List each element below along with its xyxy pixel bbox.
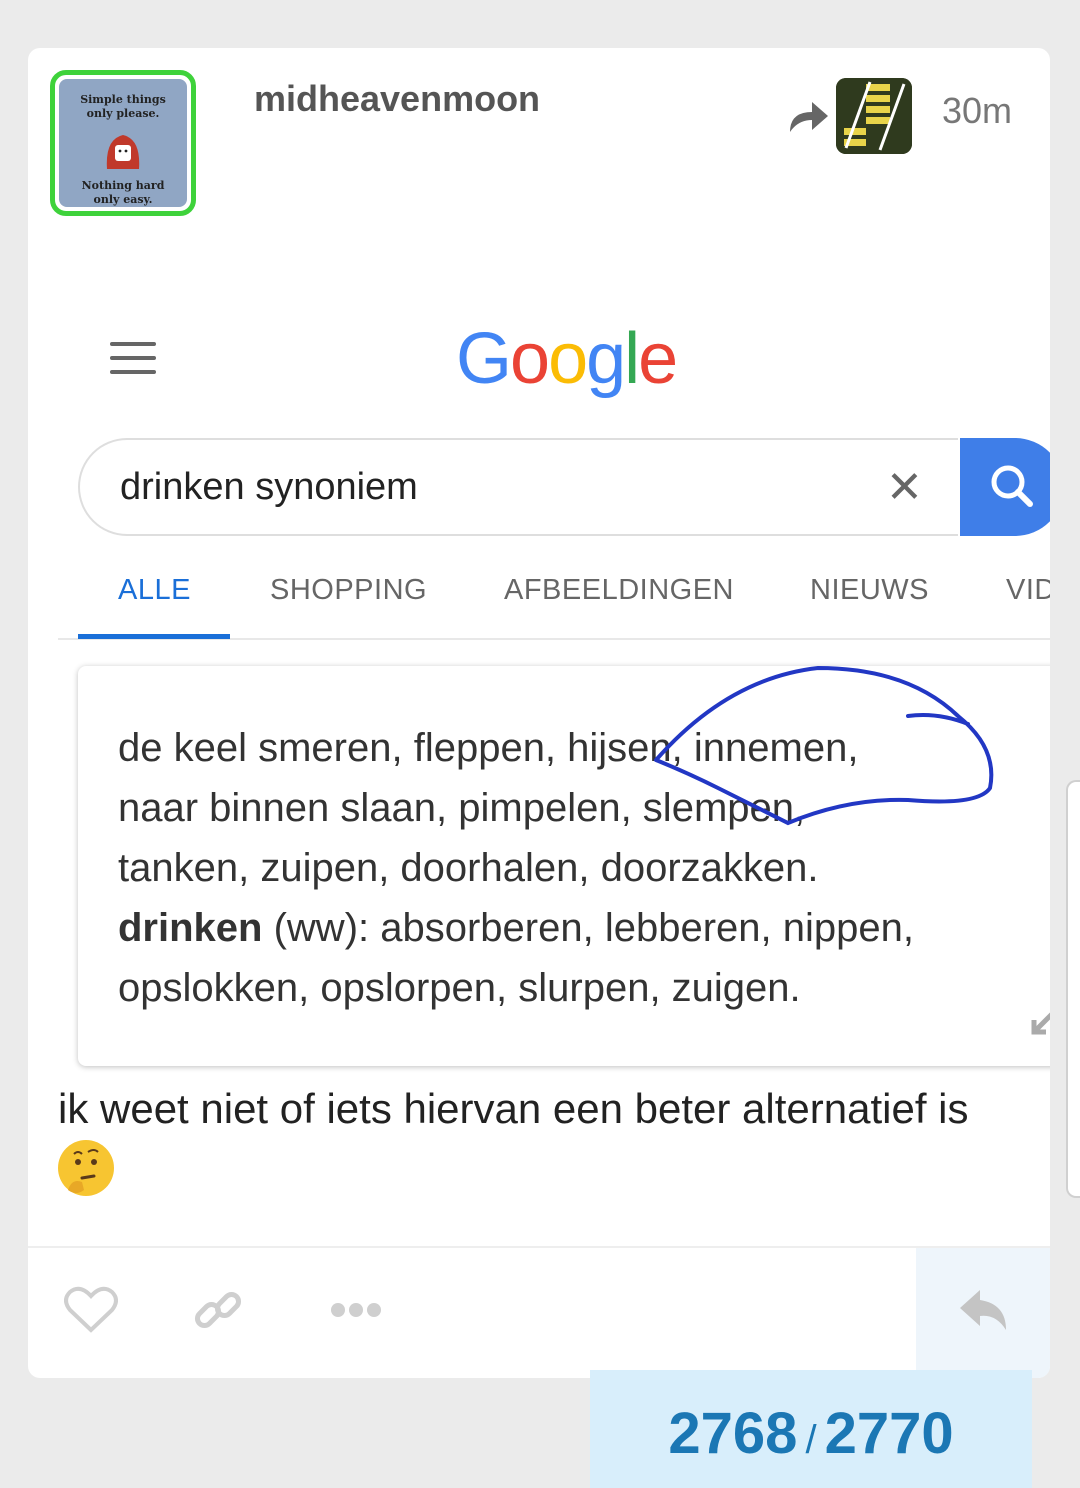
source-avatar[interactable] — [836, 78, 912, 154]
tab-alle: ALLE — [118, 574, 191, 606]
avatar-text-bottom-1: Nothing hard — [81, 179, 165, 192]
result-line: de keel smeren, fleppen, hijsen, innemen… — [118, 726, 859, 770]
search-query: drinken synoniem — [120, 466, 418, 508]
tab-nieuws: NIEUWS — [810, 574, 929, 606]
logo-letter: o — [548, 319, 588, 399]
source-avatar-image — [836, 78, 912, 154]
avatar-text-top-2: only please. — [86, 107, 160, 120]
avatar-text-bottom-2: only easy. — [93, 193, 153, 206]
result-line: opslokken, opslorpen, slurpen, zuigen. — [118, 966, 801, 1010]
circle-annotation — [648, 290, 1028, 460]
username[interactable]: midheavenmoon — [254, 78, 540, 120]
reply-arrow-icon — [960, 1290, 1006, 1330]
logo-letter: g — [586, 319, 626, 399]
post-caption: ik weet niet of iets hiervan een beter a… — [58, 1078, 1018, 1203]
avatar-text-top-1: Simple things — [80, 93, 166, 106]
reblog-arrow-icon — [790, 102, 828, 132]
post-time: 30m — [942, 90, 1013, 131]
logo-letter: o — [510, 319, 550, 399]
counter-separator: / — [805, 1418, 817, 1462]
result-line: drinken (ww): absorberen, lebberen, nipp… — [118, 898, 1024, 958]
google-logo: Google — [456, 318, 678, 400]
post-counter: 2768/2770 — [590, 1370, 1032, 1488]
footer-divider — [28, 1246, 1050, 1248]
search-tabs: ALLE SHOPPING AFBEELDINGEN NIEUWS VIDE — [78, 574, 1050, 638]
counter-current: 2768 — [668, 1401, 798, 1466]
result-bold-word: drinken — [118, 906, 263, 950]
logo-letter: G — [456, 319, 512, 399]
tab-shopping: SHOPPING — [270, 574, 428, 606]
more-options-icon[interactable] — [330, 1300, 382, 1320]
screenshot-image: Google drinken synoniem ✕ ALLE SHOPPING … — [28, 290, 1050, 1066]
result-line: naar binnen slaan, pimpelen, slempen, — [118, 786, 806, 830]
active-tab-indicator — [78, 634, 230, 639]
avatar[interactable]: Simple things only please. Nothing hard … — [50, 70, 196, 216]
like-heart-icon[interactable] — [64, 1284, 118, 1334]
tab-videos: VIDE — [1006, 574, 1050, 606]
result-line: tanken, zuipen, doorhalen, doorzakken. — [118, 846, 819, 890]
synonym-result-card: de keel smeren, fleppen, hijsen, innemen… — [78, 666, 1050, 1066]
logo-letter: l — [624, 319, 640, 399]
hamburger-menu-icon — [110, 342, 156, 384]
clear-icon: ✕ — [886, 463, 923, 512]
counter-total: 2770 — [824, 1401, 954, 1466]
post-card: Simple things only please. Nothing hard … — [28, 48, 1050, 1378]
thinking-face-icon — [58, 1140, 114, 1196]
caption-text: ik weet niet of iets hiervan een beter a… — [58, 1085, 969, 1132]
avatar-figure-icon — [106, 135, 140, 169]
tab-afbeeldingen: AFBEELDINGEN — [504, 574, 734, 606]
avatar-image: Simple things only please. Nothing hard … — [59, 79, 187, 207]
result-line-rest: (ww): absorberen, lebberen, nippen, — [262, 906, 914, 950]
link-icon[interactable] — [192, 1284, 246, 1338]
expand-icon[interactable] — [1028, 998, 1050, 1038]
side-panel-edge — [1066, 780, 1080, 1198]
